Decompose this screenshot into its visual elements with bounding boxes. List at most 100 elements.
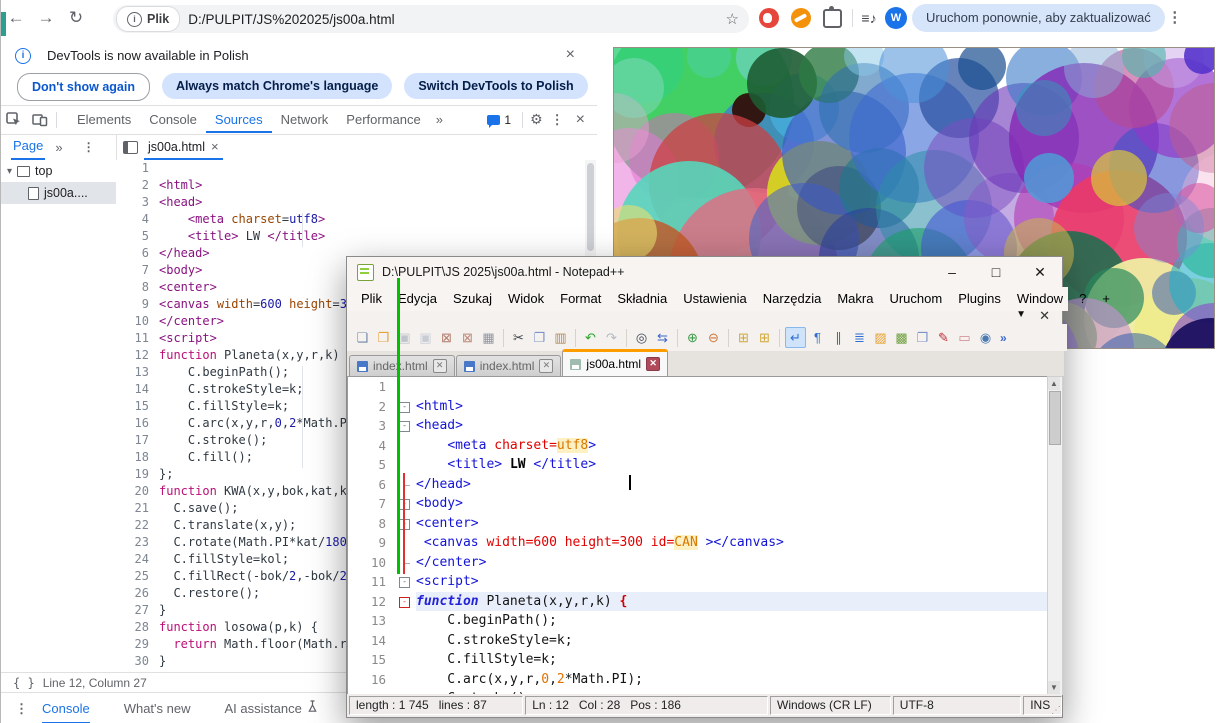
editor-tab-close-icon[interactable]: × [211,135,219,159]
devtools-tab-performance[interactable]: Performance [337,106,429,133]
fold-margin[interactable] [386,436,416,456]
fold-collapse-icon[interactable]: - [399,597,410,608]
replace-icon[interactable]: ⇆ [653,328,672,347]
fold-margin[interactable] [386,533,416,553]
orange-extension-icon[interactable] [791,8,811,28]
address-bar[interactable]: i Plik D:/PULPIT/JS%202025/js00a.html ☆ [113,5,749,33]
editor-tab-js00a[interactable]: js00a.html × [144,134,223,160]
new-file-icon[interactable]: ❏ [353,328,372,347]
notification-button[interactable]: Don't show again [17,73,150,101]
browser-menu-icon[interactable]: ⋮ [1165,0,1185,36]
side-panel-icon[interactable]: ≡♪ [857,0,881,36]
reload-icon[interactable]: ↻ [61,0,91,36]
preview-eye-icon[interactable]: ◉ [976,328,995,347]
hide-navigator-icon[interactable] [123,141,138,154]
fold-collapse-icon[interactable]: - [399,402,410,413]
tab-close-icon[interactable]: ✕ [539,359,553,373]
doc-map-icon[interactable]: ▨ [871,328,890,347]
fold-margin[interactable]: - [386,572,416,592]
function-list-icon[interactable]: ≣ [850,328,869,347]
drawer-tab-what-s-new[interactable]: What's new [124,693,191,723]
drawer-menu-icon[interactable]: ⋮ [15,701,28,717]
menu-uruchom[interactable]: Uruchom [881,287,950,311]
notification-button[interactable]: Always match Chrome's language [162,73,392,99]
editor-tab-index-html[interactable]: index.html✕ [456,355,562,376]
undo-icon[interactable]: ↶ [581,328,600,347]
doc-switcher-icon[interactable]: ❐ [913,328,932,347]
zoom-in-icon[interactable]: ⊕ [683,328,702,347]
url-text[interactable]: D:/PULPIT/JS%202025/js00a.html [188,12,725,27]
doc-list-icon[interactable]: ▩ [892,328,911,347]
extensions-puzzle-icon[interactable] [823,9,842,28]
sync-horizontal-icon[interactable]: ⊞ [755,328,774,347]
copy-icon[interactable]: ❐ [530,328,549,347]
editor-tab-index-html[interactable]: index.html✕ [349,355,455,376]
fold-margin[interactable] [386,553,416,573]
fold-margin[interactable] [386,611,416,631]
panel-close-icon[interactable]: ✕ [1039,308,1050,324]
close-all-icon[interactable]: ⊠ [458,328,477,347]
update-chrome-pill[interactable]: Uruchom ponownie, aby zaktualizować [912,4,1165,32]
issues-bubble-icon[interactable] [487,115,500,125]
inspect-icon[interactable] [6,112,22,127]
menu-ustawienia[interactable]: Ustawienia [675,287,755,311]
adblock-extension-icon[interactable] [759,8,779,28]
close-doc-icon[interactable]: ⊠ [437,328,456,347]
navigator-page-tab[interactable]: Page [11,134,45,160]
word-wrap-icon[interactable]: ↵ [785,327,806,348]
tree-item-js00a[interactable]: js00a.... [1,182,116,204]
site-info-chip[interactable]: i Plik [116,6,180,32]
devtools-tab-sources[interactable]: Sources [206,106,272,133]
fold-margin[interactable]: - [386,416,416,436]
paste-icon[interactable]: ▥ [551,328,570,347]
devtools-tab-console[interactable]: Console [140,106,206,133]
fold-margin[interactable]: - [386,514,416,534]
show-all-chars-icon[interactable]: ¶ [808,328,827,347]
menu-sk-adnia[interactable]: Składnia [609,287,675,311]
menu-+[interactable]: + [1094,287,1118,311]
devtools-menu-icon[interactable]: ⋮ [547,112,568,128]
fold-margin[interactable]: - [386,592,416,612]
issues-count[interactable]: 1 [504,113,511,127]
find-icon[interactable]: ◎ [632,328,651,347]
fold-margin[interactable] [386,650,416,670]
notification-close-icon[interactable]: × [566,46,575,64]
status-encoding[interactable]: UTF-8 [893,696,1021,715]
fold-margin[interactable] [386,377,416,397]
more-tabs-icon[interactable]: » [430,112,449,127]
notepadpp-titlebar[interactable]: D:\PULPIT\JS 2025\js00a.html - Notepad++… [347,257,1062,287]
forward-icon[interactable]: → [31,0,61,36]
open-folder-icon[interactable]: ❐ [374,328,393,347]
profile-avatar[interactable]: W [885,7,907,29]
fold-margin[interactable] [386,670,416,690]
menu-narz-dzia[interactable]: Narzędzia [755,287,830,311]
save-all-icon[interactable]: ▣ [416,328,435,347]
scrollbar-thumb[interactable] [1049,391,1061,445]
scroll-down-icon[interactable]: ▼ [1048,681,1060,694]
navigator-more-icon[interactable]: » [55,140,62,155]
fold-margin[interactable]: - [386,397,416,417]
notepadpp-editor[interactable]: 12-<html>3-<head>4 <meta charset=utf8>5 … [347,376,1048,695]
fold-margin[interactable] [386,475,416,495]
maximize-button[interactable]: □ [974,257,1018,287]
menu-plik[interactable]: Plik [353,287,390,311]
close-button[interactable]: ✕ [1018,257,1062,287]
toolbar-more-icon[interactable]: » [1000,331,1007,345]
indent-guide-icon[interactable]: ∥ [829,328,848,347]
dropdown-caret-icon[interactable]: ▼ [1016,309,1026,320]
editor-scrollbar[interactable]: ▲ ▼ [1047,376,1063,695]
redo-icon[interactable]: ↷ [602,328,621,347]
menu-widok[interactable]: Widok [500,287,552,311]
minimize-button[interactable]: – [930,257,974,287]
drawer-tab-console[interactable]: Console [42,693,90,723]
device-toolbar-icon[interactable] [32,113,48,127]
chevron-down-icon[interactable]: ▾ [7,166,12,177]
menu-?[interactable]: ? [1071,287,1094,311]
braces-icon[interactable]: { } [13,676,35,690]
status-eol[interactable]: Windows (CR LF) [770,696,891,715]
notification-button[interactable]: Switch DevTools to Polish [404,73,587,99]
macro-icon[interactable]: ✎ [934,328,953,347]
tab-close-icon[interactable]: ✕ [433,359,447,373]
fold-margin[interactable] [386,631,416,651]
navigator-menu-icon[interactable]: ⋮ [83,140,95,154]
